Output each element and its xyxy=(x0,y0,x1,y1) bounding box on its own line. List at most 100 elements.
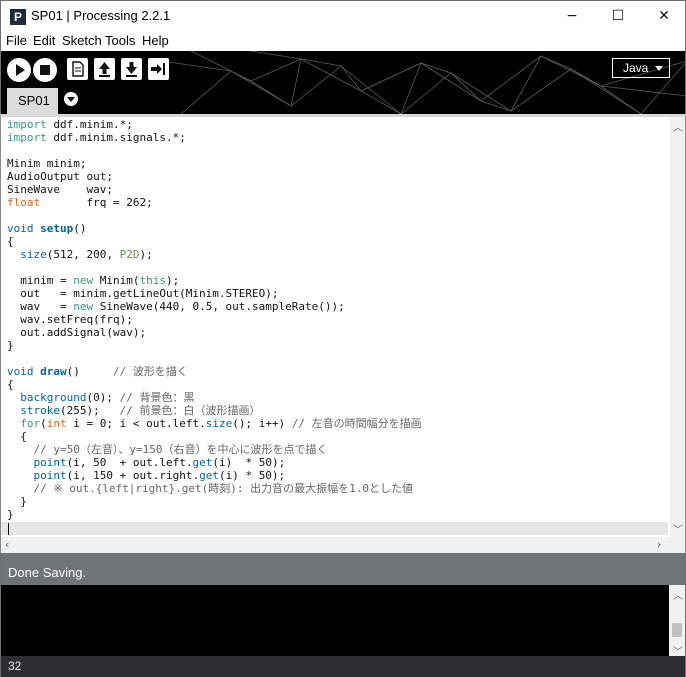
console-scrollbar[interactable]: ︿ ﹀ xyxy=(669,585,685,658)
code-token: minim = xyxy=(7,274,74,287)
new-button[interactable] xyxy=(67,58,88,80)
code-token: new xyxy=(73,300,94,313)
code-line: SineWave wav; xyxy=(7,183,667,196)
code-token: SineWave(440, 0.5, out.sampleRate()); xyxy=(93,300,345,313)
scroll-right-arrow-icon[interactable]: › xyxy=(657,538,661,551)
chevron-down-icon xyxy=(655,66,663,71)
code-editor[interactable]: import ddf.minim.*; import ddf.minim.sign… xyxy=(0,114,686,537)
code-token: import xyxy=(7,131,47,144)
export-button[interactable] xyxy=(148,58,169,80)
status-bar: Done Saving. xyxy=(0,553,686,585)
console-area[interactable]: ︿ ﹀ xyxy=(0,585,686,658)
processing-app-icon: P xyxy=(10,9,26,25)
run-button[interactable] xyxy=(7,58,31,82)
code-token: AudioOutput out; xyxy=(7,170,113,183)
code-line: void draw() // 波形を描く xyxy=(7,365,667,378)
stop-icon xyxy=(40,65,50,75)
run-icon xyxy=(16,64,25,76)
code-line: { xyxy=(7,235,667,248)
code-token: ); xyxy=(165,274,180,287)
code-token: point xyxy=(33,456,67,469)
code-token: (i, 150 + out.right. xyxy=(66,469,200,482)
menu-tools[interactable]: Tools xyxy=(105,33,135,48)
title-bar: P SP01 | Processing 2.2.1 − ☐ ✕ xyxy=(0,0,686,32)
code-token: // 左音の時間幅分を描画 xyxy=(291,417,422,430)
code-token: size xyxy=(20,248,47,261)
code-token: background xyxy=(20,391,87,404)
code-token: float xyxy=(7,196,41,209)
console-scroll-thumb[interactable] xyxy=(672,623,682,637)
menu-edit[interactable]: Edit xyxy=(33,33,55,48)
code-line: point(i, 150 + out.right.get(i) * 50); xyxy=(7,469,667,482)
mode-label: Java xyxy=(623,61,649,75)
code-line: } xyxy=(7,508,667,521)
code-line: } xyxy=(7,495,667,508)
open-icon xyxy=(99,62,110,77)
code-token: (512, 200, xyxy=(46,248,120,261)
save-button[interactable] xyxy=(121,58,142,80)
editor-horizontal-scrollbar[interactable]: ‹ › xyxy=(0,537,686,553)
tab-sp01[interactable]: SP01 xyxy=(7,88,58,114)
code-token: (0); xyxy=(86,391,120,404)
code-token: // 波形を描く xyxy=(112,365,188,378)
code-token: (i) * 50); xyxy=(212,456,286,469)
code-token: // 前景色：白（波形描画） xyxy=(119,404,261,417)
code-token: void xyxy=(7,222,34,235)
code-line: size(512, 200, P2D); xyxy=(7,248,667,261)
text-caret xyxy=(8,523,9,535)
code-token: // ※ out.{left|right}.get(時刻): 出力音の最大振幅を… xyxy=(33,482,414,495)
code-area[interactable]: import ddf.minim.*; import ddf.minim.sign… xyxy=(7,118,667,535)
code-line: AudioOutput out; xyxy=(7,170,667,183)
code-token: ); xyxy=(139,248,153,261)
code-token: int xyxy=(46,417,67,430)
window-title: SP01 | Processing 2.2.1 xyxy=(31,8,171,23)
code-line: { xyxy=(7,430,667,443)
code-line: wav.setFreq(frq); xyxy=(7,313,667,326)
minimize-button[interactable]: − xyxy=(549,1,595,32)
code-line: Minim minim; xyxy=(7,157,667,170)
stop-button[interactable] xyxy=(33,58,57,82)
scroll-down-arrow-icon[interactable]: ﹀ xyxy=(673,521,683,536)
code-token: setup xyxy=(40,222,74,235)
code-token: ddf.minim.signals.*; xyxy=(46,131,186,144)
editor-header: Java SP01 xyxy=(0,51,686,114)
code-token: get xyxy=(192,456,213,469)
code-token: SineWave wav; xyxy=(7,183,113,196)
code-line: // ※ out.{left|right}.get(時刻): 出力音の最大振幅を… xyxy=(7,482,667,495)
code-token: wav.setFreq(frq); xyxy=(7,313,133,326)
code-token: { xyxy=(7,430,27,443)
scroll-up-arrow-icon[interactable]: ︿ xyxy=(673,119,683,134)
export-icon xyxy=(151,63,165,75)
close-button[interactable]: ✕ xyxy=(641,1,686,32)
tab-menu-button[interactable] xyxy=(64,92,78,106)
code-token: point xyxy=(33,469,67,482)
scroll-left-arrow-icon[interactable]: ‹ xyxy=(5,538,9,551)
code-token: for xyxy=(20,417,41,430)
menu-file[interactable]: File xyxy=(6,33,27,48)
code-token: } xyxy=(7,508,14,521)
open-button[interactable] xyxy=(94,58,115,80)
editor-vertical-scrollbar[interactable]: ︿ ﹀ xyxy=(670,117,685,537)
code-token: ddf.minim.*; xyxy=(46,118,133,131)
mode-selector[interactable]: Java xyxy=(612,58,670,78)
code-line: minim = new Minim(this); xyxy=(7,274,667,287)
code-token: draw xyxy=(40,365,67,378)
code-line: { xyxy=(7,378,667,391)
code-token: Minim( xyxy=(93,274,140,287)
code-line: float frq = 262; xyxy=(7,196,667,209)
menu-sketch[interactable]: Sketch xyxy=(62,33,102,48)
code-line: out.addSignal(wav); xyxy=(7,326,667,339)
tab-label: SP01 xyxy=(18,93,50,108)
console-scroll-up-icon[interactable]: ︿ xyxy=(673,587,683,602)
menu-help[interactable]: Help xyxy=(142,33,169,48)
maximize-button[interactable]: ☐ xyxy=(595,1,641,32)
code-token: frq = 262; xyxy=(40,196,153,209)
